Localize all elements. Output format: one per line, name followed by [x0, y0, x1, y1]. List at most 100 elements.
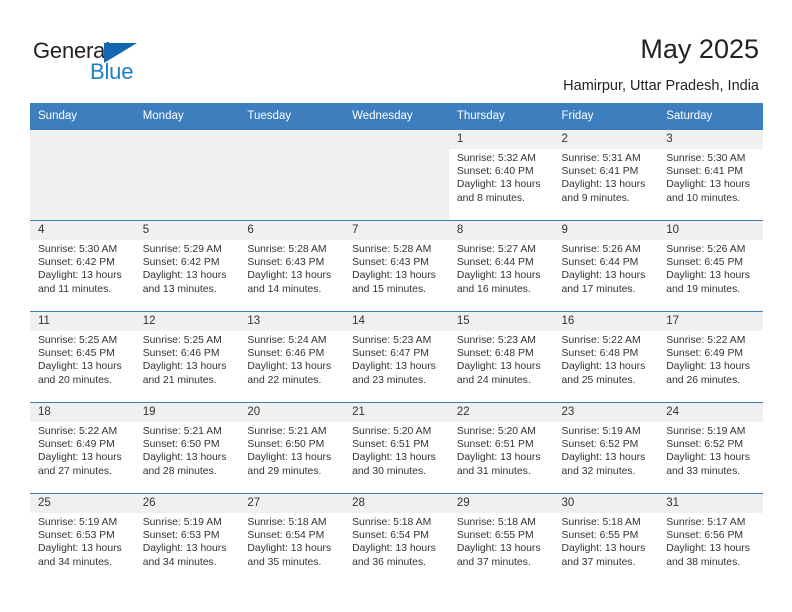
sunrise-time: Sunrise: 5:20 AM: [456, 426, 536, 437]
daylight-duration-line2: and 32 minutes.: [561, 465, 636, 477]
calendar-day-cell[interactable]: 7 Sunrise: 5:28 AM Sunset: 6:43 PM Daylight…: [344, 220, 449, 312]
calendar-day-cell[interactable]: 16 Sunrise: 5:22 AM Sunset: 6:48 PM Dayligh…: [553, 311, 659, 403]
calendar-day-cell[interactable]: 30 Sunrise: 5:18 AM Sunset: 6:55 PM Dayligh…: [553, 493, 659, 584]
calendar-day-cell[interactable]: 27 Sunrise: 5:18 AM Sunset: 6:54 PM Dayligh…: [239, 493, 345, 584]
day-details: Sunrise: 5:18 AM Sunset: 6:54 PM Daylight:…: [344, 513, 449, 569]
calendar-day-cell[interactable]: 21 Sunrise: 5:20 AM Sunset: 6:51 PM Dayligh…: [344, 402, 449, 494]
daylight-duration-line1: Daylight: 13 hours: [561, 179, 646, 191]
daylight-duration-line1: Daylight: 13 hours: [352, 270, 436, 282]
daylight-duration-line2: and 27 minutes.: [38, 465, 112, 477]
sunset-time: Sunset: 6:41 PM: [561, 166, 639, 178]
day-number: 12: [134, 312, 240, 331]
sunset-time: Sunset: 6:44 PM: [456, 257, 534, 269]
calendar-week-row: 18 Sunrise: 5:22 AM Sunset: 6:49 PM Dayligh…: [30, 402, 763, 494]
calendar-day-cell[interactable]: 3 Sunrise: 5:30 AM Sunset: 6:41 PM Daylight…: [658, 129, 763, 221]
daylight-duration-line1: Daylight: 13 hours: [352, 543, 436, 555]
day-details: Sunrise: 5:21 AM Sunset: 6:50 PM Daylight:…: [239, 422, 344, 478]
daylight-duration-line1: Daylight: 13 hours: [142, 452, 227, 464]
daylight-duration-line1: Daylight: 13 hours: [456, 543, 541, 555]
calendar-day-cell[interactable]: 9 Sunrise: 5:26 AM Sunset: 6:44 PM Daylight…: [553, 220, 659, 312]
day-details: Sunrise: 5:32 AM Sunset: 6:40 PM Daylight:…: [449, 149, 554, 205]
calendar-day-cell[interactable]: 6 Sunrise: 5:28 AM Sunset: 6:43 PM Daylight…: [239, 220, 345, 312]
daylight-duration-line2: and 14 minutes.: [247, 283, 322, 295]
day-details: Sunrise: 5:25 AM Sunset: 6:46 PM Daylight:…: [135, 331, 240, 387]
sunset-time: Sunset: 6:49 PM: [38, 439, 115, 451]
calendar-day-cell[interactable]: 1 Sunrise: 5:32 AM Sunset: 6:40 PM Daylight…: [448, 129, 554, 221]
daylight-duration-line2: and 16 minutes.: [456, 283, 531, 295]
daylight-duration-line2: and 26 minutes.: [666, 374, 741, 386]
calendar-day-cell[interactable]: 24 Sunrise: 5:19 AM Sunset: 6:52 PM Dayligh…: [658, 402, 763, 494]
sunrise-time: Sunrise: 5:17 AM: [666, 517, 746, 528]
calendar-cell-empty: [134, 129, 240, 221]
day-details: Sunrise: 5:19 AM Sunset: 6:52 PM Daylight:…: [658, 422, 763, 478]
daylight-duration-line1: Daylight: 13 hours: [666, 179, 750, 191]
calendar-day-cell[interactable]: 25 Sunrise: 5:19 AM Sunset: 6:53 PM Dayligh…: [30, 493, 135, 584]
day-number: 14: [344, 312, 449, 331]
calendar-day-cell[interactable]: 20 Sunrise: 5:21 AM Sunset: 6:50 PM Dayligh…: [239, 402, 345, 494]
daylight-duration-line2: and 11 minutes.: [38, 283, 112, 295]
day-number: 22: [448, 403, 554, 422]
calendar-day-cell[interactable]: 2 Sunrise: 5:31 AM Sunset: 6:41 PM Daylight…: [553, 129, 659, 221]
calendar-day-cell[interactable]: 10 Sunrise: 5:26 AM Sunset: 6:45 PM Dayligh…: [658, 220, 763, 312]
day-number: 5: [134, 221, 240, 240]
weekday-header-monday: Monday: [134, 103, 240, 130]
day-number: 21: [344, 403, 449, 422]
daylight-duration-line1: Daylight: 13 hours: [38, 270, 122, 282]
weekday-header-sunday: Sunday: [30, 103, 135, 130]
daylight-duration-line2: and 23 minutes.: [352, 374, 427, 386]
daylight-duration-line1: Daylight: 13 hours: [456, 270, 541, 282]
sunrise-time: Sunrise: 5:30 AM: [38, 244, 118, 255]
calendar-day-cell[interactable]: 17 Sunrise: 5:22 AM Sunset: 6:49 PM Dayligh…: [658, 311, 763, 403]
calendar-day-cell[interactable]: 11 Sunrise: 5:25 AM Sunset: 6:45 PM Dayligh…: [30, 311, 135, 403]
sunrise-time: Sunrise: 5:19 AM: [142, 517, 222, 528]
daylight-duration-line1: Daylight: 13 hours: [247, 543, 332, 555]
daylight-duration-line1: Daylight: 13 hours: [142, 361, 227, 373]
sunset-time: Sunset: 6:54 PM: [352, 530, 429, 542]
day-number: 30: [553, 494, 659, 513]
daylight-duration-line1: Daylight: 13 hours: [247, 361, 332, 373]
calendar-day-cell[interactable]: 12 Sunrise: 5:25 AM Sunset: 6:46 PM Dayligh…: [134, 311, 240, 403]
weekday-header-tuesday: Tuesday: [239, 103, 345, 130]
sunrise-time: Sunrise: 5:31 AM: [561, 153, 641, 164]
sunrise-time: Sunrise: 5:18 AM: [247, 517, 327, 528]
day-details: Sunrise: 5:30 AM Sunset: 6:42 PM Daylight:…: [30, 240, 135, 296]
daylight-duration-line2: and 37 minutes.: [561, 556, 636, 568]
calendar-day-cell[interactable]: 14 Sunrise: 5:23 AM Sunset: 6:47 PM Dayligh…: [344, 311, 449, 403]
calendar-day-cell[interactable]: 23 Sunrise: 5:19 AM Sunset: 6:52 PM Dayligh…: [553, 402, 659, 494]
day-number: 31: [658, 494, 763, 513]
sunset-time: Sunset: 6:42 PM: [38, 257, 115, 269]
day-details: Sunrise: 5:22 AM Sunset: 6:49 PM Daylight:…: [658, 331, 763, 387]
brand-logo[interactable]: General Blue: [33, 38, 153, 84]
calendar-day-cell[interactable]: 28 Sunrise: 5:18 AM Sunset: 6:54 PM Dayligh…: [344, 493, 449, 584]
calendar-day-cell[interactable]: 19 Sunrise: 5:21 AM Sunset: 6:50 PM Dayligh…: [134, 402, 240, 494]
day-details: Sunrise: 5:28 AM Sunset: 6:43 PM Daylight:…: [344, 240, 449, 296]
calendar-day-cell[interactable]: 22 Sunrise: 5:20 AM Sunset: 6:51 PM Dayligh…: [448, 402, 554, 494]
calendar-day-cell[interactable]: 31 Sunrise: 5:17 AM Sunset: 6:56 PM Dayligh…: [658, 493, 763, 584]
day-details: Sunrise: 5:20 AM Sunset: 6:51 PM Daylight:…: [344, 422, 449, 478]
calendar-week-row: 4 Sunrise: 5:30 AM Sunset: 6:42 PM Daylight…: [30, 220, 763, 312]
calendar-day-cell[interactable]: 4 Sunrise: 5:30 AM Sunset: 6:42 PM Daylight…: [30, 220, 135, 312]
calendar-day-cell[interactable]: 13 Sunrise: 5:24 AM Sunset: 6:46 PM Dayligh…: [239, 311, 345, 403]
daylight-duration-line2: and 20 minutes.: [38, 374, 112, 386]
day-number: 17: [658, 312, 763, 331]
calendar-day-cell[interactable]: 15 Sunrise: 5:23 AM Sunset: 6:48 PM Dayligh…: [448, 311, 554, 403]
day-details: Sunrise: 5:28 AM Sunset: 6:43 PM Daylight:…: [239, 240, 344, 296]
weekday-header-wednesday: Wednesday: [344, 103, 449, 130]
calendar-week-row: 1 Sunrise: 5:32 AM Sunset: 6:40 PM Daylight…: [30, 129, 763, 221]
daylight-duration-line2: and 34 minutes.: [38, 556, 112, 568]
calendar-day-cell[interactable]: 26 Sunrise: 5:19 AM Sunset: 6:53 PM Dayligh…: [134, 493, 240, 584]
calendar-day-cell[interactable]: 18 Sunrise: 5:22 AM Sunset: 6:49 PM Dayligh…: [30, 402, 135, 494]
sunset-time: Sunset: 6:44 PM: [561, 257, 639, 269]
day-details: Sunrise: 5:19 AM Sunset: 6:53 PM Daylight:…: [30, 513, 135, 569]
daylight-duration-line2: and 13 minutes.: [142, 283, 217, 295]
day-details: Sunrise: 5:26 AM Sunset: 6:45 PM Daylight:…: [658, 240, 763, 296]
daylight-duration-line2: and 36 minutes.: [352, 556, 427, 568]
sunset-time: Sunset: 6:55 PM: [456, 530, 534, 542]
calendar-day-cell[interactable]: 29 Sunrise: 5:18 AM Sunset: 6:55 PM Dayligh…: [448, 493, 554, 584]
sunset-time: Sunset: 6:51 PM: [456, 439, 534, 451]
daylight-duration-line1: Daylight: 13 hours: [666, 452, 750, 464]
calendar-day-cell[interactable]: 8 Sunrise: 5:27 AM Sunset: 6:44 PM Daylight…: [448, 220, 554, 312]
daylight-duration-line2: and 19 minutes.: [666, 283, 741, 295]
day-details: Sunrise: 5:23 AM Sunset: 6:48 PM Daylight:…: [449, 331, 554, 387]
calendar-day-cell[interactable]: 5 Sunrise: 5:29 AM Sunset: 6:42 PM Daylight…: [134, 220, 240, 312]
